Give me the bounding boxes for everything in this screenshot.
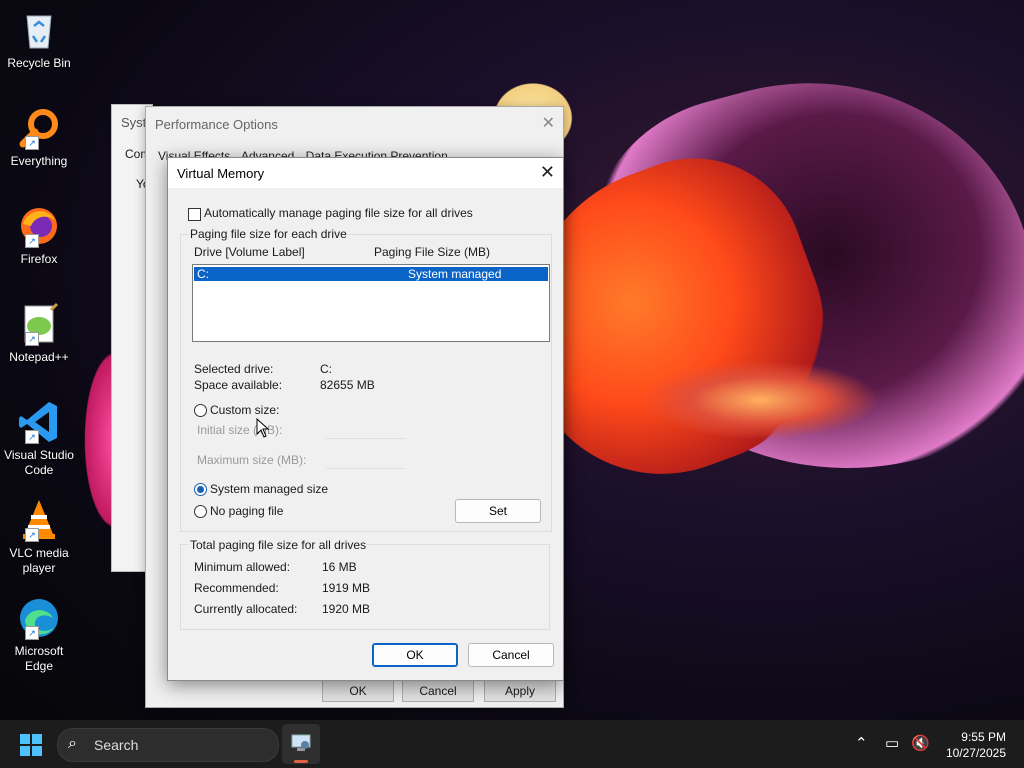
windows-logo-icon: [32, 734, 42, 744]
desktop-icon-edge[interactable]: ↗ Microsoft Edge: [4, 596, 74, 674]
system-managed-radio[interactable]: [194, 483, 207, 496]
initial-size-input[interactable]: [326, 420, 406, 439]
shortcut-arrow-icon: ↗: [25, 528, 39, 542]
windows-logo-icon: [32, 746, 42, 756]
close-icon[interactable]: ✕: [542, 113, 555, 133]
drive-paging-size: System managed: [408, 267, 502, 281]
chevron-up-icon[interactable]: ⌃: [855, 734, 868, 752]
auto-manage-checkbox[interactable]: [188, 208, 201, 221]
vlc-icon: ↗: [17, 498, 61, 542]
desktop-icon-label: VLC media player: [9, 546, 69, 575]
desktop-icon-firefox[interactable]: ↗ Firefox: [4, 204, 74, 267]
desktop-icon-vlc[interactable]: ↗ VLC media player: [4, 498, 74, 576]
taskbar-search[interactable]: ⌕ Search: [57, 728, 279, 762]
windows-logo-icon: [20, 734, 30, 744]
clock[interactable]: 9:55 PM 10/27/2025: [946, 729, 1006, 761]
currently-allocated-label: Currently allocated:: [194, 602, 298, 616]
no-paging-radio[interactable]: [194, 505, 207, 518]
list-item[interactable]: C: System managed: [194, 267, 548, 281]
shortcut-arrow-icon: ↗: [25, 136, 39, 150]
notepadpp-icon: ↗: [17, 302, 61, 346]
search-placeholder: Search: [94, 737, 139, 753]
start-button[interactable]: [20, 734, 42, 756]
clock-date: 10/27/2025: [945, 746, 1006, 760]
virtual-memory-dialog: Virtual Memory ✕ Automatically manage pa…: [167, 157, 564, 681]
dialog-title: Virtual Memory: [177, 166, 265, 181]
recommended-label: Recommended:: [194, 581, 279, 595]
shortcut-arrow-icon: ↗: [25, 332, 39, 346]
system-properties-icon: [291, 734, 311, 751]
column-header-drive: Drive [Volume Label]: [194, 245, 305, 259]
windows-logo-icon: [20, 746, 30, 756]
drive-list[interactable]: C: System managed: [192, 264, 550, 342]
desktop-icon-label: Notepad++: [9, 350, 69, 364]
space-available-value: 82655 MB: [320, 378, 375, 392]
drive-letter: C:: [197, 267, 209, 281]
system-managed-label: System managed size: [210, 482, 329, 496]
desktop-icon-label: Recycle Bin: [7, 56, 71, 70]
ok-button[interactable]: OK: [322, 680, 394, 702]
auto-manage-label: Automatically manage paging file size fo…: [204, 206, 473, 220]
group-label: Paging file size for each drive: [189, 227, 348, 241]
title-bar: Virtual Memory ✕: [168, 158, 563, 188]
window-title: Performance Options: [155, 117, 278, 132]
set-button[interactable]: Set: [455, 499, 541, 523]
wallpaper-shape: [640, 360, 880, 440]
clock-time: 9:55 PM: [961, 730, 1006, 744]
min-allowed-value: 16 MB: [322, 560, 357, 574]
no-paging-label: No paging file: [210, 504, 284, 518]
everything-icon: ↗: [17, 106, 61, 150]
custom-size-radio[interactable]: [194, 404, 207, 417]
firefox-icon: ↗: [17, 204, 61, 248]
column-header-size: Paging File Size (MB): [374, 245, 491, 259]
selected-drive-value: C:: [320, 362, 332, 376]
network-icon[interactable]: ▭: [885, 734, 899, 752]
desktop-icon-recycle-bin[interactable]: Recycle Bin: [4, 8, 74, 71]
search-icon: ⌕: [68, 735, 77, 752]
maximum-size-label: Maximum size (MB):: [197, 453, 307, 467]
min-allowed-label: Minimum allowed:: [194, 560, 291, 574]
desktop-icon-label: Visual Studio Code: [4, 448, 74, 477]
recycle-bin-icon: [17, 8, 61, 52]
cancel-button[interactable]: Cancel: [402, 680, 474, 702]
desktop-icon-everything[interactable]: ↗ Everything: [4, 106, 74, 169]
space-available-label: Space available:: [194, 378, 283, 392]
desktop-icon-label: Firefox: [20, 252, 58, 266]
taskbar: ⌕ Search ⌃ ▭ 🔇 9:55 PM 10/27/2025: [0, 720, 1024, 768]
active-indicator: [294, 760, 308, 763]
recommended-value: 1919 MB: [322, 581, 371, 595]
shortcut-arrow-icon: ↗: [25, 430, 39, 444]
close-icon[interactable]: ✕: [540, 162, 555, 183]
edge-icon: ↗: [17, 596, 61, 640]
desktop-icon-notepadpp[interactable]: ↗ Notepad++: [4, 302, 74, 365]
cancel-button[interactable]: Cancel: [468, 643, 554, 667]
currently-allocated-value: 1920 MB: [322, 602, 371, 616]
vscode-icon: ↗: [17, 400, 61, 444]
custom-size-label: Custom size:: [210, 403, 280, 417]
volume-muted-icon[interactable]: 🔇: [911, 734, 930, 752]
mouse-cursor-icon: [256, 418, 270, 438]
desktop-icon-label: Everything: [10, 154, 68, 168]
taskbar-app-system-properties[interactable]: [282, 724, 320, 764]
shortcut-arrow-icon: ↗: [25, 626, 39, 640]
shortcut-arrow-icon: ↗: [25, 234, 39, 248]
apply-button[interactable]: Apply: [484, 680, 556, 702]
totals-group-label: Total paging file size for all drives: [189, 538, 368, 552]
desktop-icon-vscode[interactable]: ↗ Visual Studio Code: [4, 400, 74, 478]
maximum-size-input[interactable]: [326, 450, 406, 469]
selected-drive-label: Selected drive:: [194, 362, 274, 376]
ok-button[interactable]: OK: [372, 643, 458, 667]
desktop-icon-label: Microsoft Edge: [14, 644, 64, 673]
